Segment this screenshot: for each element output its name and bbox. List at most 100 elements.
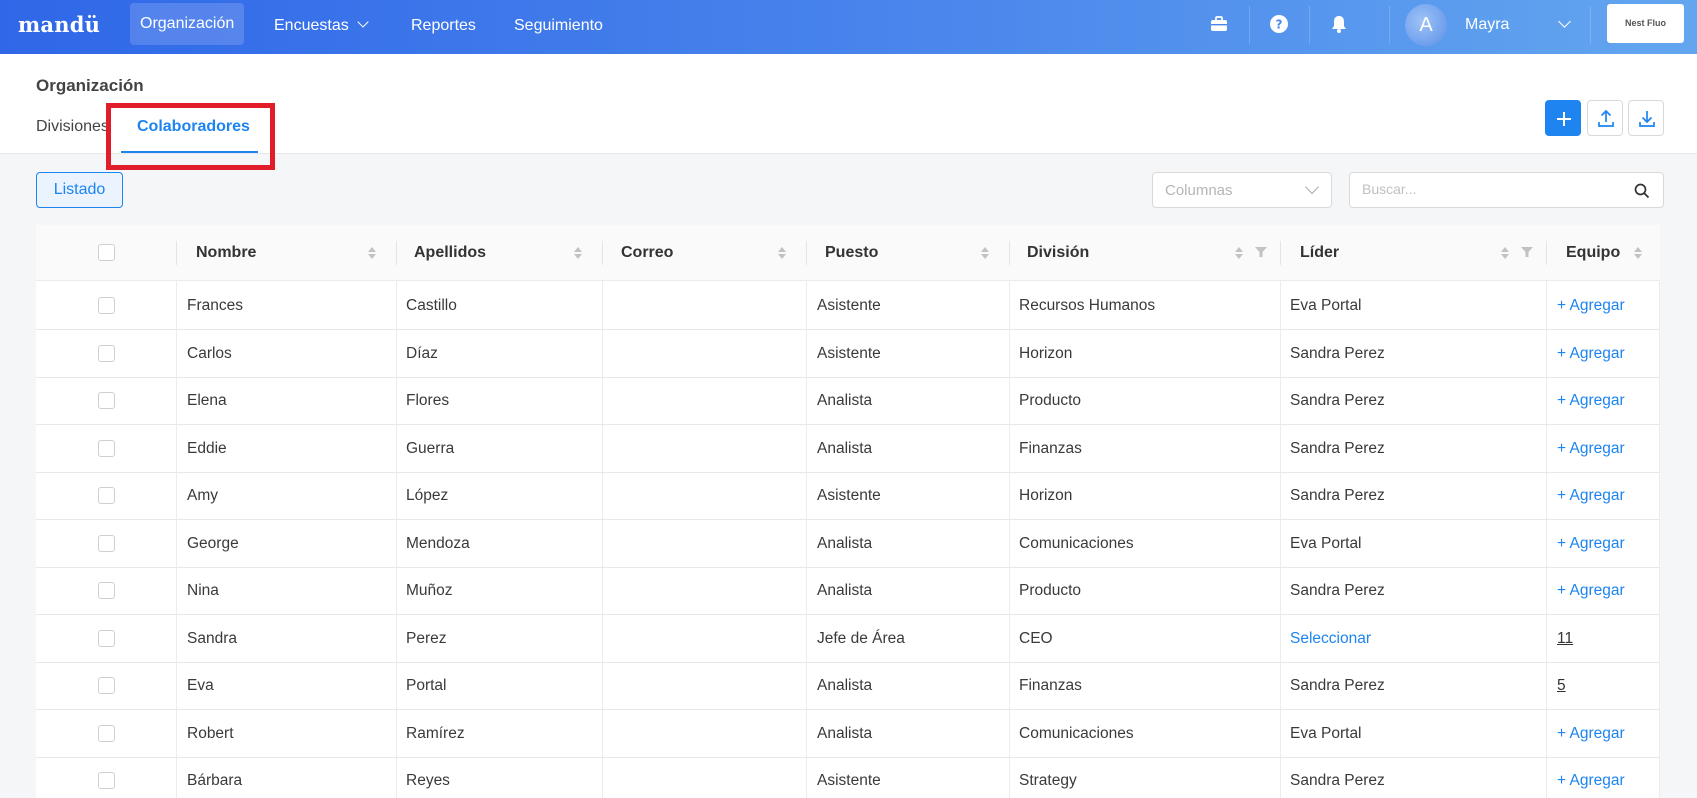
tab-divisiones[interactable]: Divisiones bbox=[36, 118, 109, 136]
row-checkbox[interactable] bbox=[98, 487, 115, 504]
avatar[interactable]: A bbox=[1405, 4, 1447, 46]
add-collaborator-button[interactable] bbox=[1545, 100, 1581, 136]
add-team-link[interactable]: + Agregar bbox=[1557, 282, 1625, 330]
add-team-link[interactable]: + Agregar bbox=[1557, 520, 1625, 568]
row-checkbox[interactable] bbox=[98, 772, 115, 789]
add-team-link[interactable]: + Agregar bbox=[1557, 377, 1625, 425]
upload-icon bbox=[1598, 109, 1614, 127]
sort-icon[interactable] bbox=[1234, 244, 1244, 262]
column-separator bbox=[806, 241, 807, 265]
sort-icon[interactable] bbox=[980, 244, 990, 262]
nav-item-label: Encuestas bbox=[274, 17, 349, 34]
row-checkbox[interactable] bbox=[98, 534, 115, 552]
row-checkbox[interactable] bbox=[98, 677, 115, 694]
nav-item-reportes[interactable]: Reportes bbox=[411, 2, 476, 56]
row-checkbox[interactable] bbox=[98, 392, 115, 409]
cell-division: Finanzas bbox=[1019, 677, 1082, 694]
header-puesto[interactable]: Puesto bbox=[825, 225, 878, 281]
header-nombre[interactable]: Nombre bbox=[196, 225, 256, 281]
filter-icon[interactable] bbox=[1521, 246, 1533, 258]
row-checkbox[interactable] bbox=[98, 582, 115, 599]
cell-apellidos: Díaz bbox=[406, 344, 438, 362]
table-row[interactable]: George Mendoza Analista Comunicaciones Eva P… bbox=[36, 520, 1660, 568]
cell-nombre: George bbox=[187, 534, 239, 552]
cell-puesto: Analista bbox=[817, 392, 873, 409]
header-correo[interactable]: Correo bbox=[621, 225, 673, 281]
filter-icon[interactable] bbox=[1255, 246, 1267, 258]
cell-apellidos: Reyes bbox=[406, 772, 450, 789]
table-row[interactable]: Elena Flores Analista Producto Sandra Perez +… bbox=[36, 377, 1660, 425]
briefcase-icon[interactable] bbox=[1209, 14, 1229, 34]
select-all-checkbox[interactable] bbox=[98, 244, 115, 261]
cell-puesto: Analista bbox=[817, 534, 873, 552]
cell-division: Strategy bbox=[1019, 772, 1077, 789]
add-team-link[interactable]: + Agregar bbox=[1557, 710, 1625, 758]
select-leader-link[interactable]: Seleccionar bbox=[1290, 615, 1371, 663]
columns-select-placeholder: Columnas bbox=[1165, 182, 1233, 199]
row-checkbox[interactable] bbox=[98, 439, 115, 457]
team-count-link[interactable]: 5 bbox=[1557, 662, 1566, 710]
header-lider[interactable]: Líder bbox=[1300, 225, 1339, 281]
cell-division: Recursos Humanos bbox=[1019, 297, 1156, 314]
columns-select[interactable]: Columnas bbox=[1152, 172, 1332, 208]
bell-icon[interactable] bbox=[1329, 14, 1349, 34]
nav-item-organizacion[interactable]: Organización bbox=[130, 3, 245, 45]
cell-nombre: Nina bbox=[187, 582, 219, 599]
column-separator bbox=[176, 241, 177, 265]
search-icon[interactable] bbox=[1633, 182, 1651, 200]
cell-lider: Eva Portal bbox=[1290, 534, 1362, 552]
cell-division: Horizon bbox=[1019, 487, 1073, 504]
nav-item-seguimiento[interactable]: Seguimiento bbox=[514, 2, 603, 56]
table-row[interactable]: Carlos Díaz Asistente Horizon Sandra Perez + … bbox=[36, 330, 1660, 378]
cell-nombre: Elena bbox=[187, 392, 227, 409]
table-row[interactable]: Frances Castillo Asistente Recursos Humanos… bbox=[36, 282, 1660, 330]
table-row[interactable]: Nina Muñoz Analista Producto Sandra Perez + A… bbox=[36, 567, 1660, 615]
table-row[interactable]: Bárbara Reyes Asistente Strategy Sandra Pere… bbox=[36, 757, 1660, 798]
cell-puesto: Analista bbox=[817, 582, 873, 599]
chevron-down-icon bbox=[357, 16, 369, 28]
header-apellidos[interactable]: Apellidos bbox=[414, 225, 486, 281]
cell-nombre: Bárbara bbox=[187, 772, 243, 789]
team-count-link[interactable]: 11 bbox=[1557, 615, 1573, 663]
search-input[interactable] bbox=[1362, 181, 1612, 197]
download-button[interactable] bbox=[1628, 100, 1664, 136]
table-row[interactable]: Eddie Guerra Analista Finanzas Sandra Perez +… bbox=[36, 425, 1660, 473]
row-checkbox[interactable] bbox=[98, 344, 115, 362]
row-checkbox[interactable] bbox=[98, 297, 115, 314]
row-checkbox[interactable] bbox=[98, 629, 115, 647]
table-row[interactable]: Robert Ramírez Analista Comunicaciones Eva P… bbox=[36, 710, 1660, 758]
app-logo[interactable]: mandü bbox=[18, 12, 100, 37]
listado-view-button[interactable]: Listado bbox=[36, 172, 123, 208]
cell-nombre: Sandra bbox=[187, 629, 237, 647]
cell-division: Producto bbox=[1019, 582, 1082, 599]
cell-apellidos: Perez bbox=[406, 629, 447, 647]
add-team-link[interactable]: + Agregar bbox=[1557, 472, 1625, 520]
table-row[interactable]: Eva Portal Analista Finanzas Sandra Perez 5 bbox=[36, 662, 1660, 710]
help-icon[interactable]: ? bbox=[1269, 14, 1289, 34]
header-equipo[interactable]: Equipo bbox=[1566, 225, 1620, 281]
add-team-link[interactable]: + Agregar bbox=[1557, 330, 1625, 378]
sort-icon[interactable] bbox=[777, 244, 787, 262]
sort-icon[interactable] bbox=[367, 244, 377, 262]
sort-icon[interactable] bbox=[1500, 244, 1510, 262]
table-header: Nombre Apellidos Correo Puesto División … bbox=[36, 225, 1660, 281]
header-division[interactable]: División bbox=[1027, 225, 1089, 281]
add-team-link[interactable]: + Agregar bbox=[1557, 757, 1625, 798]
sort-icon[interactable] bbox=[1633, 244, 1643, 262]
table-row[interactable]: Amy López Asistente Horizon Sandra Perez + Ag… bbox=[36, 472, 1660, 520]
cell-lider: Sandra Perez bbox=[1290, 582, 1385, 599]
row-checkbox[interactable] bbox=[98, 724, 115, 742]
sort-icon[interactable] bbox=[573, 244, 583, 262]
cell-division: Comunicaciones bbox=[1019, 534, 1134, 552]
table-row[interactable]: Sandra Perez Jefe de Área CEO Seleccionar 11 bbox=[36, 615, 1660, 663]
cell-lider: Sandra Perez bbox=[1290, 344, 1385, 362]
cell-apellidos: Portal bbox=[406, 677, 447, 694]
upload-button[interactable] bbox=[1587, 100, 1623, 136]
nav-item-encuestas[interactable]: Encuestas bbox=[274, 2, 369, 56]
cell-lider: Sandra Perez bbox=[1290, 392, 1385, 409]
add-team-link[interactable]: + Agregar bbox=[1557, 425, 1625, 473]
add-team-link[interactable]: + Agregar bbox=[1557, 567, 1625, 615]
user-name[interactable]: Mayra bbox=[1465, 0, 1509, 50]
cell-puesto: Asistente bbox=[817, 297, 881, 314]
chevron-down-icon[interactable] bbox=[1558, 15, 1571, 28]
